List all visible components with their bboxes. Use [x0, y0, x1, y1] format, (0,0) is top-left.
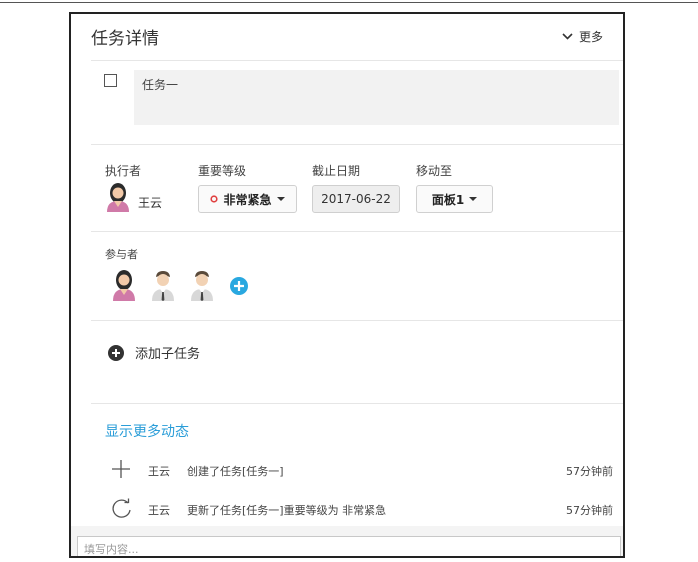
move-to-label: 移动至 — [416, 164, 453, 178]
refresh-icon — [112, 498, 131, 518]
add-participant-icon[interactable] — [229, 276, 249, 296]
divider — [91, 144, 623, 145]
caret-down-icon — [276, 197, 285, 201]
assignee-label: 执行者 — [105, 164, 142, 178]
divider — [91, 403, 623, 404]
female-avatar-icon[interactable] — [105, 182, 131, 212]
task-detail-panel: 任务详情 更多 任务一 执行者 重要等级 截止日期 移动至 王云 非常紧急 20… — [69, 12, 625, 558]
activity-user[interactable]: 王云 — [148, 502, 170, 518]
plus-icon — [112, 460, 130, 478]
assignee-name: 王云 — [138, 196, 163, 210]
add-subtask-button[interactable]: 添加子任务 — [107, 343, 200, 362]
comment-input[interactable]: 填写内容... — [77, 536, 621, 556]
top-rule — [0, 2, 698, 3]
more-label: 更多 — [578, 30, 603, 44]
priority-dot-icon — [210, 195, 219, 203]
task-complete-checkbox[interactable] — [104, 74, 117, 87]
more-button[interactable]: 更多 — [562, 28, 603, 45]
due-date-value: 2017-06-22 — [321, 192, 391, 206]
due-date-label: 截止日期 — [312, 164, 361, 178]
activity-text: 创建了任务[任务一] — [187, 465, 284, 478]
female-avatar-icon[interactable] — [111, 269, 137, 301]
priority-label: 重要等级 — [198, 164, 247, 178]
caret-down-icon — [469, 197, 478, 201]
activity-time: 57分钟前 — [566, 504, 613, 517]
task-title-field[interactable]: 任务一 — [134, 70, 619, 125]
add-subtask-label: 添加子任务 — [135, 347, 201, 362]
male-avatar-icon[interactable] — [189, 269, 215, 301]
due-date-field[interactable]: 2017-06-22 — [312, 185, 400, 213]
activity-time: 57分钟前 — [566, 465, 613, 478]
priority-dropdown[interactable]: 非常紧急 — [198, 185, 297, 213]
task-title-text: 任务一 — [142, 78, 179, 92]
participants-label: 参与者 — [105, 248, 138, 261]
priority-value: 非常紧急 — [223, 192, 272, 207]
male-avatar-icon[interactable] — [150, 269, 176, 301]
add-circle-icon — [108, 344, 124, 361]
divider — [91, 60, 623, 61]
move-to-value: 面板1 — [431, 192, 465, 207]
activity-user[interactable]: 王云 — [148, 463, 170, 479]
chevron-down-icon — [562, 33, 573, 40]
activity-text: 更新了任务[任务一]重要等级为 非常紧急 — [187, 504, 387, 517]
activity-item: 王云 创建了任务[任务一] 57分钟前 — [71, 460, 623, 481]
divider — [91, 320, 623, 321]
divider — [91, 231, 623, 232]
panel-title: 任务详情 — [91, 29, 159, 49]
move-to-dropdown[interactable]: 面板1 — [416, 185, 493, 213]
activity-item: 王云 更新了任务[任务一]重要等级为 非常紧急 57分钟前 — [71, 498, 623, 520]
show-more-activity-link[interactable]: 显示更多动态 — [105, 421, 189, 441]
